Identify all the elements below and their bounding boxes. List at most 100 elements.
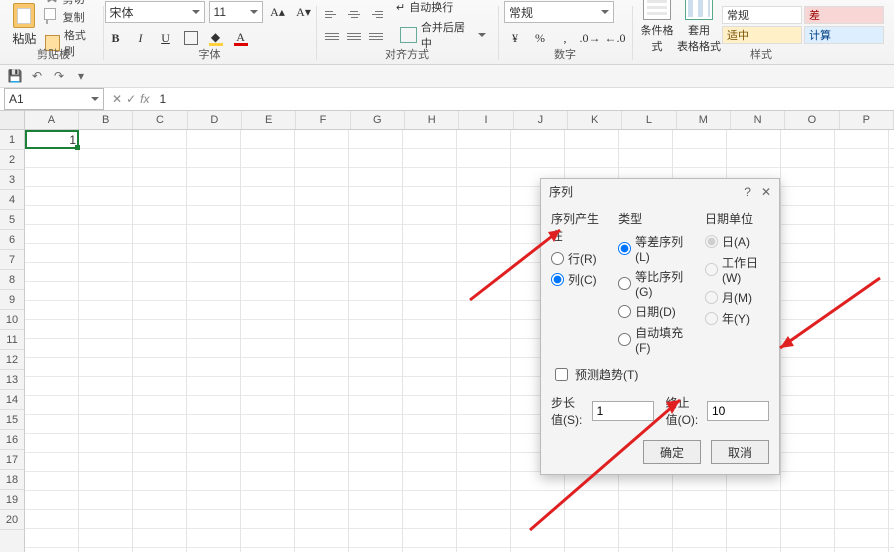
align-top-right[interactable] [366, 4, 386, 24]
ribbon-group-clipboard: 粘贴 剪切 复制 格式刷 剪贴板 [4, 2, 103, 64]
ok-button[interactable]: 确定 [643, 440, 701, 464]
number-format-combo[interactable]: 常规 [504, 1, 614, 23]
col-header-o[interactable]: O [785, 111, 839, 129]
name-box[interactable]: A1 [4, 88, 104, 110]
increase-decimal-button[interactable]: .0→ [579, 27, 601, 49]
close-icon[interactable]: ✕ [761, 185, 771, 199]
row-header-10[interactable]: 10 [0, 310, 24, 330]
merge-center-button[interactable]: 合并后居中 [396, 19, 492, 51]
row-header-19[interactable]: 19 [0, 490, 24, 510]
col-header-b[interactable]: B [79, 111, 133, 129]
col-header-d[interactable]: D [188, 111, 242, 129]
row-header-8[interactable]: 8 [0, 270, 24, 290]
row-header-5[interactable]: 5 [0, 210, 24, 230]
italic-button[interactable]: I [130, 27, 152, 49]
cancel-button[interactable]: 取消 [711, 440, 769, 464]
cut-button[interactable]: 剪切 [43, 0, 97, 7]
row-header-15[interactable]: 15 [0, 410, 24, 430]
select-all-corner[interactable] [0, 111, 25, 129]
col-header-l[interactable]: L [622, 111, 676, 129]
step-input[interactable] [592, 401, 654, 421]
number-group-label: 数字 [504, 48, 626, 62]
row-headers: 1234567891011121314151617181920 [0, 130, 25, 552]
underline-button[interactable]: U [155, 27, 177, 49]
comma-button[interactable]: , [554, 27, 576, 49]
radio-date[interactable]: 日期(D) [618, 303, 691, 320]
col-header-j[interactable]: J [514, 111, 568, 129]
conditional-format-button[interactable]: 条件格式 [638, 0, 676, 54]
cancel-formula-icon[interactable]: ✕ [112, 92, 122, 106]
font-color-button[interactable]: A [230, 27, 252, 49]
table-format-button[interactable]: 套用 表格格式 [680, 0, 718, 54]
border-button[interactable] [180, 27, 202, 49]
help-icon[interactable]: ? [744, 185, 751, 199]
align-right[interactable] [366, 26, 386, 46]
trend-checkbox[interactable]: 预测趋势(T) [551, 365, 769, 384]
copy-icon [45, 10, 59, 24]
row-header-2[interactable]: 2 [0, 150, 24, 170]
col-header-m[interactable]: M [677, 111, 731, 129]
style-bad[interactable]: 差 [804, 6, 884, 24]
style-neutral[interactable]: 适中 [722, 26, 802, 44]
align-left[interactable] [322, 26, 342, 46]
col-header-c[interactable]: C [133, 111, 187, 129]
col-header-e[interactable]: E [242, 111, 296, 129]
radio-autofill[interactable]: 自动填充(F) [618, 324, 691, 355]
row-header-11[interactable]: 11 [0, 330, 24, 350]
col-header-p[interactable]: P [840, 111, 894, 129]
col-header-k[interactable]: K [568, 111, 622, 129]
col-header-n[interactable]: N [731, 111, 785, 129]
row-header-6[interactable]: 6 [0, 230, 24, 250]
row-header-4[interactable]: 4 [0, 190, 24, 210]
qat-dropdown-icon[interactable]: ▾ [74, 69, 88, 83]
row-header-7[interactable]: 7 [0, 250, 24, 270]
save-icon[interactable]: 💾 [8, 69, 22, 83]
col-header-g[interactable]: G [351, 111, 405, 129]
radio-linear[interactable]: 等差序列(L) [618, 233, 691, 264]
align-top-left[interactable] [322, 4, 342, 24]
currency-button[interactable]: ¥ [504, 27, 526, 49]
cell-a1[interactable]: 1 [25, 130, 79, 149]
radio-rows[interactable]: 行(R) [551, 250, 604, 267]
fill-color-button[interactable]: ◆ [205, 27, 227, 49]
redo-icon[interactable]: ↷ [52, 69, 66, 83]
fx-icon[interactable]: fx [140, 92, 149, 106]
col-header-i[interactable]: I [459, 111, 513, 129]
radio-growth[interactable]: 等比序列(G) [618, 268, 691, 299]
formula-input[interactable]: 1 [153, 92, 894, 106]
decrease-decimal-button[interactable]: ←.0 [604, 27, 626, 49]
row-header-9[interactable]: 9 [0, 290, 24, 310]
enter-formula-icon[interactable]: ✓ [126, 92, 136, 106]
increase-font-icon[interactable]: A▴ [267, 1, 289, 23]
font-size-combo[interactable]: 11 [209, 1, 263, 23]
row-header-17[interactable]: 17 [0, 450, 24, 470]
align-top-center[interactable] [344, 4, 364, 24]
row-header-1[interactable]: 1 [0, 130, 24, 150]
paste-button[interactable]: 粘贴 [10, 3, 39, 47]
undo-icon[interactable]: ↶ [30, 69, 44, 83]
col-header-f[interactable]: F [296, 111, 350, 129]
row-header-18[interactable]: 18 [0, 470, 24, 490]
radio-columns[interactable]: 列(C) [551, 271, 604, 288]
wrap-text-button[interactable]: ↵ 自动换行 [396, 0, 492, 15]
decrease-font-icon[interactable]: A▾ [293, 1, 315, 23]
percent-button[interactable]: % [529, 27, 551, 49]
ribbon-group-alignment: ↵ 自动换行 合并后居中 对齐方式 [316, 2, 498, 64]
font-name-combo[interactable]: 宋体 [105, 1, 205, 23]
row-header-13[interactable]: 13 [0, 370, 24, 390]
copy-button[interactable]: 复制 [43, 9, 97, 25]
align-center[interactable] [344, 26, 364, 46]
col-header-h[interactable]: H [405, 111, 459, 129]
row-header-14[interactable]: 14 [0, 390, 24, 410]
row-header-3[interactable]: 3 [0, 170, 24, 190]
stop-input[interactable] [707, 401, 769, 421]
style-calc[interactable]: 计算 [804, 26, 884, 44]
style-normal[interactable]: 常规 [722, 6, 802, 24]
radio-month: 月(M) [705, 289, 769, 306]
row-header-12[interactable]: 12 [0, 350, 24, 370]
row-header-16[interactable]: 16 [0, 430, 24, 450]
radio-day: 日(A) [705, 233, 769, 250]
row-header-20[interactable]: 20 [0, 510, 24, 530]
col-header-a[interactable]: A [25, 111, 79, 129]
bold-button[interactable]: B [105, 27, 127, 49]
